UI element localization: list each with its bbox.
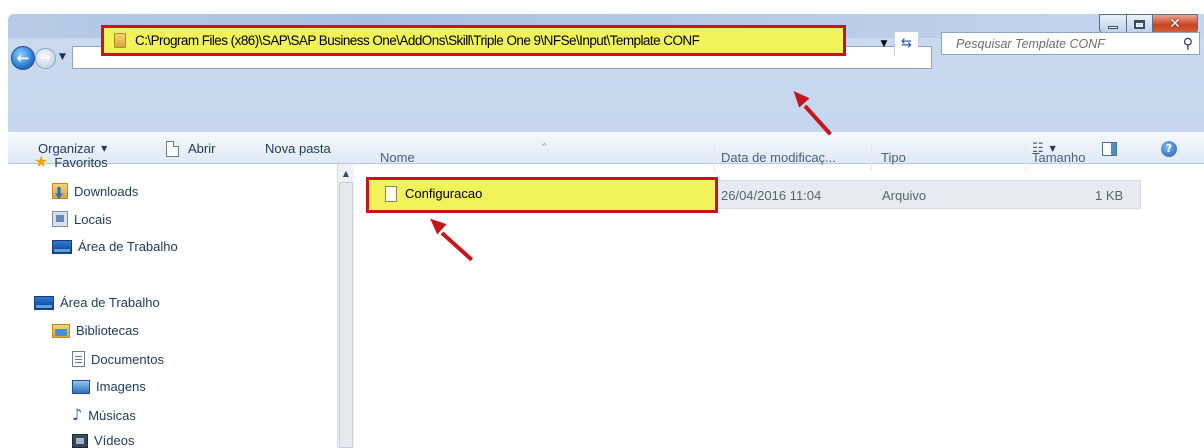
address-dropdown-button[interactable]: ▼: [875, 32, 893, 55]
column-divider[interactable]: [871, 144, 872, 171]
new-folder-label: Nova pasta: [265, 141, 331, 156]
column-header-date[interactable]: Data de modificaç...: [721, 144, 836, 171]
nav-item-label: Área de Trabalho: [78, 239, 178, 254]
search-input[interactable]: [956, 33, 1181, 54]
preview-pane-icon: [1102, 141, 1117, 156]
navigation-scrollbar[interactable]: ▲: [337, 164, 354, 448]
file-name-cell[interactable]: Configuracao: [371, 179, 482, 208]
pictures-icon: [72, 379, 90, 394]
nav-item-label: Bibliotecas: [76, 323, 139, 338]
close-button[interactable]: ✕: [1152, 14, 1198, 34]
star-icon: ★: [34, 152, 49, 171]
nav-item-label: Imagens: [96, 379, 146, 394]
nav-item-favorites[interactable]: ★ Favoritos: [34, 154, 108, 170]
search-icon[interactable]: ⚲: [1183, 36, 1193, 52]
nav-item-downloads[interactable]: Downloads: [52, 183, 138, 199]
file-date: 26/04/2016 11:04: [721, 188, 822, 203]
nav-item-desktop[interactable]: Área de Trabalho: [34, 295, 160, 310]
minimize-icon: [1108, 26, 1118, 29]
nav-item-locais[interactable]: Locais: [52, 211, 112, 227]
close-icon: ✕: [1169, 16, 1181, 32]
address-highlight: C:\Program Files (x86)\SAP\SAP Business …: [101, 25, 853, 56]
file-list: Nome ^ Data de modificaç... Tipo Tamanho…: [358, 142, 1204, 448]
maximize-icon: [1134, 19, 1145, 29]
libraries-icon: [52, 323, 70, 338]
nav-item-videos[interactable]: Vídeos: [72, 433, 134, 448]
nav-item-desktop-favorite[interactable]: Área de Trabalho: [52, 239, 178, 254]
documents-icon: [72, 351, 85, 367]
nav-item-label: Locais: [74, 211, 112, 227]
nav-item-label: Vídeos: [94, 433, 135, 448]
document-icon: [166, 140, 179, 157]
scroll-up-arrow-icon[interactable]: ▲: [338, 164, 354, 182]
recent-places-icon: [52, 211, 68, 227]
nav-item-label: Documentos: [91, 351, 164, 367]
help-button[interactable]: ?: [1161, 133, 1177, 164]
column-header-label: Nome: [380, 150, 415, 165]
column-header-name[interactable]: Nome: [380, 144, 415, 171]
back-arrow-icon: ←: [16, 49, 30, 67]
back-button[interactable]: ←: [11, 46, 35, 70]
minimize-button[interactable]: [1099, 14, 1126, 34]
file-type: Arquivo: [882, 188, 927, 203]
recent-pages-dropdown[interactable]: ▼: [59, 52, 66, 62]
nav-item-images[interactable]: Imagens: [72, 379, 146, 394]
file-size: 1 KB: [1095, 188, 1124, 203]
top-band: [0, 0, 1204, 14]
column-header-label: Tamanho: [1032, 150, 1086, 165]
navigation-pane: ★ Favoritos Downloads Locais Área de Tra…: [8, 154, 354, 448]
column-header-size[interactable]: Tamanho: [1032, 144, 1085, 171]
new-folder-button[interactable]: Nova pasta: [265, 133, 331, 164]
forward-button[interactable]: →: [35, 48, 56, 69]
scrollbar-thumb[interactable]: [339, 182, 353, 448]
window-controls: ✕: [1099, 14, 1198, 34]
nav-item-label: Músicas: [88, 407, 136, 423]
column-header-type[interactable]: Tipo: [881, 144, 906, 171]
column-divider[interactable]: [1025, 144, 1026, 171]
nav-item-label: Downloads: [74, 183, 139, 199]
desktop-icon: [52, 239, 72, 254]
maximize-button[interactable]: [1126, 14, 1152, 34]
forward-arrow-icon: →: [40, 51, 51, 66]
folder-icon: [114, 33, 126, 48]
column-header-label: Tipo: [881, 150, 906, 165]
nav-item-music[interactable]: ♪ Músicas: [72, 407, 136, 423]
search-box: ⚲: [941, 32, 1200, 55]
file-icon: [385, 185, 397, 202]
sort-ascending-icon: ^: [541, 142, 548, 151]
help-icon: ?: [1161, 140, 1177, 157]
refresh-button[interactable]: ⇆: [894, 32, 918, 55]
chevron-down-icon: ▼: [101, 144, 108, 153]
music-note-icon: ♪: [72, 405, 83, 424]
open-button[interactable]: Abrir: [166, 133, 215, 164]
desktop-icon: [34, 295, 54, 310]
open-label: Abrir: [188, 141, 216, 156]
downloads-icon: [52, 183, 68, 199]
file-name: Configuracao: [405, 186, 483, 201]
address-path-text: C:\Program Files (x86)\SAP\SAP Business …: [135, 33, 700, 48]
nav-item-label: Favoritos: [54, 154, 108, 170]
column-header-label: Data de modificaç...: [721, 150, 836, 165]
navigation-tree: ★ Favoritos Downloads Locais Área de Tra…: [8, 154, 337, 448]
refresh-icon: ⇆: [901, 36, 912, 51]
nav-item-documents[interactable]: Documentos: [72, 351, 164, 367]
address-path[interactable]: C:\Program Files (x86)\SAP\SAP Business …: [101, 25, 846, 56]
nav-item-libraries[interactable]: Bibliotecas: [52, 323, 139, 338]
preview-pane-button[interactable]: [1102, 133, 1117, 164]
video-icon: [72, 433, 88, 448]
nav-item-label: Área de Trabalho: [60, 295, 160, 310]
column-divider[interactable]: [714, 144, 715, 171]
